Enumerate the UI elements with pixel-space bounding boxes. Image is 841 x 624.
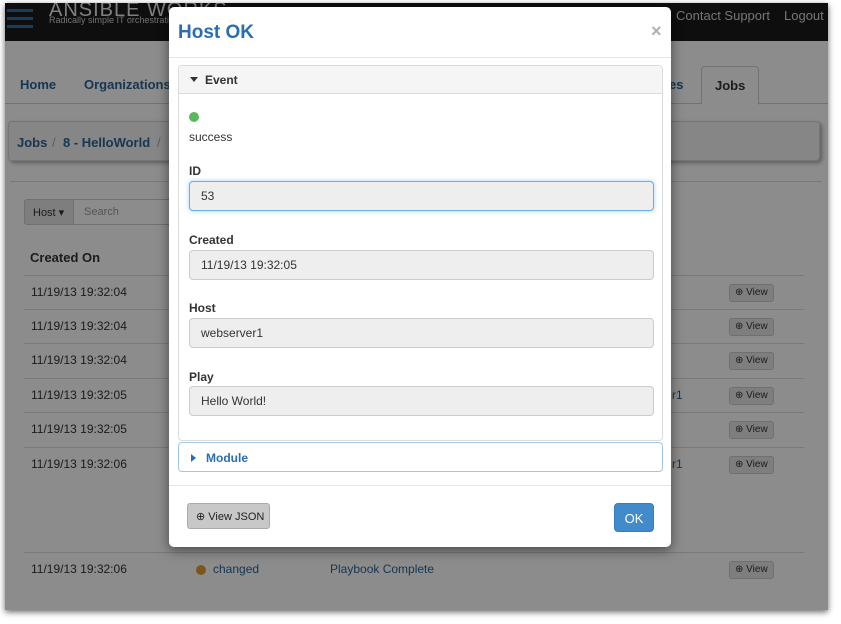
host-label: Host xyxy=(189,301,216,315)
module-section-title: Module xyxy=(206,451,248,465)
module-section-header[interactable]: Module xyxy=(178,442,663,472)
event-section: Event success ID Created Host Play xyxy=(178,65,663,441)
created-field[interactable] xyxy=(189,250,654,280)
host-event-dialog: Host OK × Event success ID Created Host … xyxy=(169,7,671,547)
success-status-icon xyxy=(189,112,199,122)
ok-button[interactable]: OK xyxy=(614,503,654,532)
event-section-title: Event xyxy=(205,73,238,87)
id-label: ID xyxy=(189,164,201,178)
event-section-header[interactable]: Event xyxy=(179,66,662,94)
id-field[interactable] xyxy=(189,181,654,211)
event-status: success xyxy=(189,130,233,144)
dialog-title: Host OK xyxy=(178,22,254,43)
view-json-button[interactable]: ⊕ View JSON xyxy=(187,503,270,529)
play-label: Play xyxy=(189,370,214,384)
caret-right-icon xyxy=(191,454,196,462)
close-icon[interactable]: × xyxy=(651,21,662,42)
created-label: Created xyxy=(189,233,234,247)
host-field[interactable] xyxy=(189,318,654,348)
caret-down-icon xyxy=(190,77,198,82)
play-field[interactable] xyxy=(189,386,654,416)
magnifier-icon: ⊕ xyxy=(196,511,206,523)
dialog-header-divider xyxy=(169,57,671,58)
app-window: ANSIBLE WORKS Radically simple IT orches… xyxy=(5,3,828,610)
dialog-footer-divider xyxy=(169,485,671,486)
